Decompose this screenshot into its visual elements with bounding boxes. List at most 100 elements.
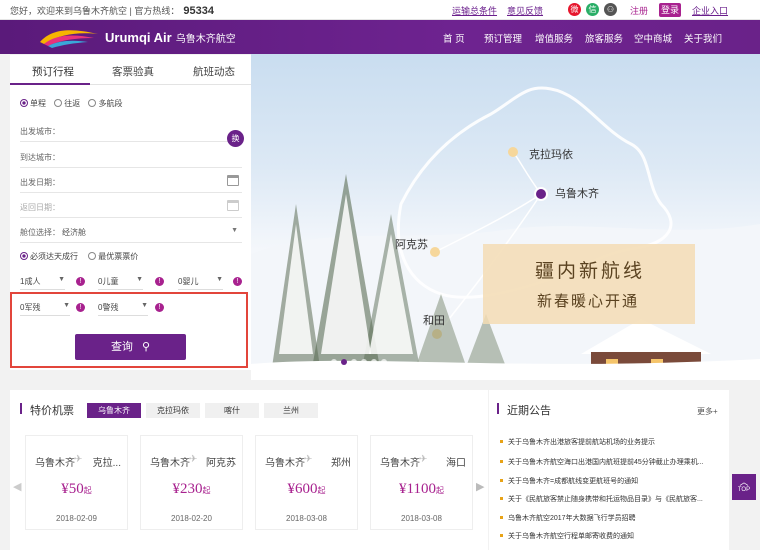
swap-cities-button[interactable]: 换 [227,130,244,147]
return-date-field[interactable]: 返回日期： [20,198,242,218]
fare-card[interactable]: 乌鲁木齐 ✈ 海口 ¥1100起 2018-03-08 [370,435,473,530]
military-count-select[interactable]: 0军残 ▼ [20,302,70,316]
radio-dot-icon [54,99,63,107]
police-count-select[interactable]: 0警残 ▼ [98,302,148,316]
chevron-down-icon: ▼ [216,276,223,283]
search-icon: ⚲ [142,341,151,353]
chevron-right-icon[interactable]: ▶ [476,480,484,493]
fare-price-value: 600 [295,481,318,497]
radio-label: 多航段 [98,99,123,108]
fare-price-value: 1100 [406,481,436,497]
feedback-link[interactable]: 意见反馈 [507,4,543,17]
weibo-icon[interactable]: 微 [568,3,581,16]
info-icon[interactable]: ! [155,303,164,312]
fare-card[interactable]: 乌鲁木齐 ✈ 克拉... ¥50起 2018-02-09 [25,435,128,530]
tab-book-trip[interactable]: 预订行程 [32,64,74,79]
fare-destination: 海口 [446,458,466,469]
register-link[interactable]: 注册 [630,4,648,17]
fare-price: ¥50起 [61,481,92,497]
option-best-price[interactable]: 最优票票价 [88,252,138,261]
booking-tabs: 预订行程 客票验真 航班动态 [10,55,251,85]
carousel-dot[interactable] [351,359,357,365]
notice-item[interactable]: 关于《民航旅客禁止随身携带和托运物品目录》与《民航旅客... [500,494,703,504]
field-label: 出发城市： [20,127,60,136]
login-button[interactable]: 登录 [659,3,681,17]
nav-about[interactable]: 关于我们 [684,31,722,45]
info-icon[interactable]: ! [76,303,85,312]
radio-multi-segment[interactable]: 多航段 [88,99,122,108]
carousel-dot[interactable] [381,359,387,365]
carousel-dot[interactable] [331,359,337,365]
notice-item[interactable]: 关于乌鲁木齐出港旅客提前航站机场的业务提示 [500,437,655,447]
special-fares-title: 特价机票 [30,405,74,417]
user-icon[interactable]: ⚇ [604,3,617,16]
arrival-city-field[interactable]: 到达城市： [20,148,242,168]
city-label-hotan: 和田 [423,315,445,327]
fare-price-unit: 起 [317,486,326,495]
wechat-icon[interactable]: 信 [586,3,599,16]
fare-date: 2018-03-08 [401,514,442,523]
plane-icon: ✈ [419,454,428,465]
tab-flight-status[interactable]: 航班动态 [193,64,235,79]
child-count-select[interactable]: 0儿童 ▼ [98,276,143,290]
notice-item[interactable]: 关于乌鲁木齐航空海口出港国内航班提前45分钟截止办理乘机... [500,457,704,467]
search-button[interactable]: 查询 ⚲ [75,334,186,360]
tab-ticket-verify[interactable]: 客票验真 [112,64,154,79]
notice-item[interactable]: 乌鲁木齐航空2017年大数据飞行学员招聘 [500,513,636,523]
fare-card[interactable]: 乌鲁木齐 ✈ 郑州 ¥600起 2018-03-08 [255,435,358,530]
city-tab-urumqi[interactable]: 乌鲁木齐 [87,403,141,418]
carousel-dots[interactable] [331,356,391,368]
departure-city-field[interactable]: 出发城市： [20,122,242,142]
chevron-down-icon: ▼ [231,227,238,234]
transport-terms-link[interactable]: 运输总条件 [452,4,497,17]
fare-date: 2018-02-09 [56,514,97,523]
radio-dot-icon [88,99,97,107]
city-tab-kashgar[interactable]: 喀什 [205,403,259,418]
city-tab-lanzhou[interactable]: 兰州 [264,403,318,418]
nav-value-added[interactable]: 增值服务 [535,31,573,45]
notice-item[interactable]: 关于乌鲁木齐=成都航线变更航班号的通知 [500,476,638,486]
info-icon[interactable]: ! [233,277,242,286]
calendar-icon[interactable] [227,175,239,186]
infant-count-select[interactable]: 0婴儿 ▼ [178,276,223,290]
notice-item[interactable]: 关于乌鲁木齐航空行程单邮寄收费的通知 [500,531,634,541]
chevron-left-icon[interactable]: ◀ [13,480,21,493]
radio-label: 单程 [30,99,46,108]
special-fares-panel: 特价机票 乌鲁木齐 克拉玛依 喀什 兰州 ◀ ▶ 乌鲁木齐 ✈ 克拉... ¥50起… [10,390,488,550]
scroll-to-top-button[interactable]: ︿ TOP [732,474,756,500]
enterprise-link[interactable]: 企业入口 [692,4,728,17]
adult-count-select[interactable]: 1成人 ▼ [20,276,65,290]
carousel-dot-active[interactable] [341,359,347,365]
option-must-travel[interactable]: 必须达天成行 [20,252,78,261]
nav-booking-management[interactable]: 预订管理 [484,31,522,45]
nav-home[interactable]: 首 页 [443,31,465,45]
radio-round-trip[interactable]: 往返 [54,99,80,108]
nav-sky-mall[interactable]: 空中商城 [634,31,672,45]
depart-date-field[interactable]: 出发日期： [20,173,242,193]
info-icon[interactable]: ! [76,277,85,286]
select-value: 0军残 [20,303,41,312]
notices-more-link[interactable]: 更多+ [697,406,718,417]
cabin-select[interactable]: 舱位选择： 经济舱 ▼ [20,223,242,243]
hero-banner[interactable]: 克拉玛依 乌鲁木齐 阿克苏 和田 疆内新航线 新春暖心开通 [251,54,760,380]
city-tab-karamay[interactable]: 克拉玛依 [146,403,200,418]
radio-one-way[interactable]: 单程 [20,99,46,108]
carousel-dot[interactable] [371,359,377,365]
city-label-urumqi: 乌鲁木齐 [555,188,599,200]
active-tab-indicator [10,83,90,85]
option-checkboxes: 必须达天成行 最优票票价 [20,251,138,262]
fare-date: 2018-02-20 [171,514,212,523]
info-icon[interactable]: ! [155,277,164,286]
carousel-dot[interactable] [361,359,367,365]
welcome-text: 您好，欢迎来到乌鲁木齐航空 | 官方热线： 95334 [10,4,214,17]
main-nav: Urumqi Air 乌鲁木齐航空 首 页 预订管理 增值服务 旅客服务 空中商城… [0,20,760,54]
airline-logo-icon[interactable] [38,26,100,48]
calendar-icon[interactable] [227,200,239,211]
fare-destination: 阿克苏 [206,458,236,469]
select-value: 0警残 [98,303,119,312]
scroll-top-label: TOP [737,487,751,493]
fare-card[interactable]: 乌鲁木齐 ✈ 阿克苏 ¥230起 2018-02-20 [140,435,243,530]
promo-headline: 疆内新航线 [535,261,646,282]
nav-passenger-service[interactable]: 旅客服务 [585,31,623,45]
radio-dot-icon [88,252,97,260]
